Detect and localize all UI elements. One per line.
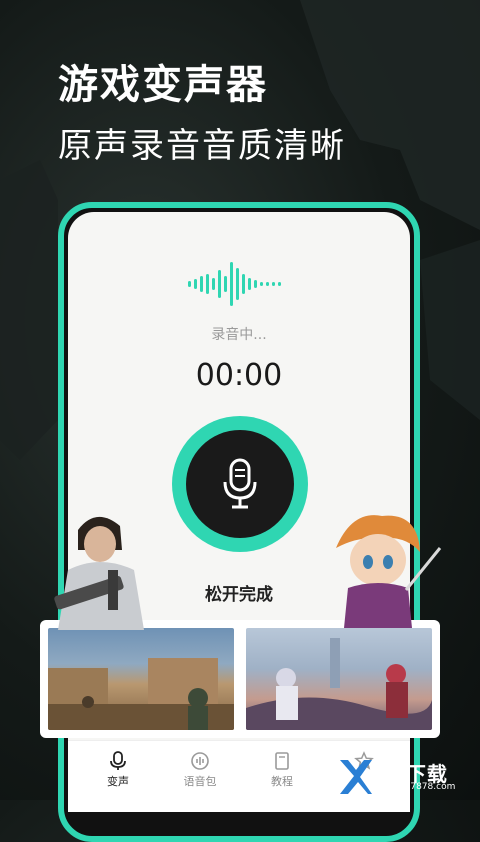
mic-icon [110, 751, 126, 770]
anime-character-illustration [336, 515, 442, 628]
game-screenshot-shooter [48, 628, 234, 730]
microphone-icon [223, 458, 257, 509]
tab-tutorial[interactable]: 教程 [252, 751, 312, 789]
fantasy-scene-illustration [246, 638, 432, 730]
watermark-url: 4007787878.com [376, 782, 456, 792]
recording-status: 录音中... [211, 327, 267, 343]
subline: 原声录音音质清晰 [58, 126, 346, 166]
desert-scene-illustration [48, 658, 234, 730]
x-logo-icon [340, 760, 372, 794]
book-icon [275, 752, 289, 770]
headline: 游戏变声器 [58, 62, 268, 108]
recording-timer: 00:00 [195, 358, 283, 393]
tab-voice-pack[interactable]: 语音包 [170, 751, 230, 789]
soldier-character-illustration [54, 516, 144, 630]
sound-wave-icon [188, 262, 281, 306]
record-button-inner [186, 430, 294, 538]
voice-pack-icon [191, 752, 209, 770]
tab-voice-change[interactable]: 变声 [88, 751, 148, 789]
tab-label: 语音包 [183, 775, 217, 788]
game-screenshot-fantasy [246, 628, 432, 730]
tab-label: 教程 [271, 775, 293, 788]
record-button[interactable] [172, 416, 308, 552]
game-screenshots [40, 620, 440, 738]
tab-label: 变声 [107, 775, 129, 788]
